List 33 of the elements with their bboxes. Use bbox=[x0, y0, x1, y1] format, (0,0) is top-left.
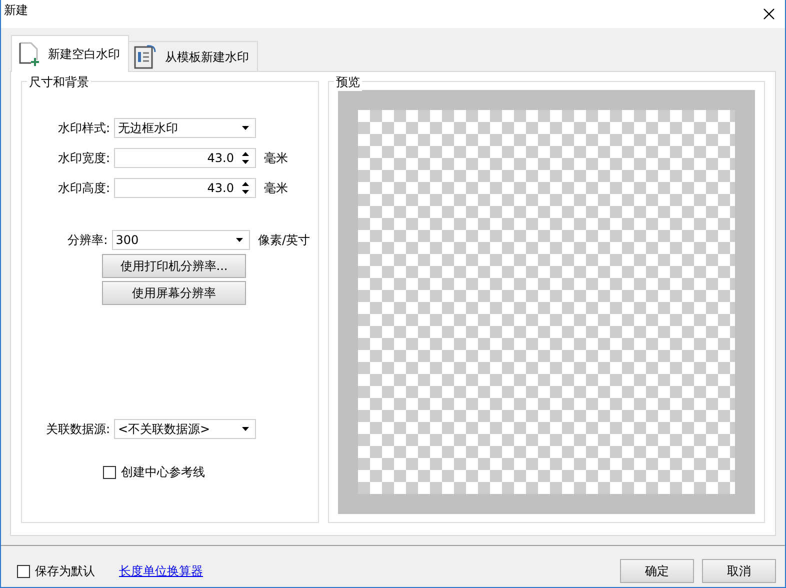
checkbox[interactable] bbox=[103, 466, 116, 479]
field-label: 水印宽度: bbox=[56, 150, 111, 166]
dialog-button[interactable]: 取消 bbox=[702, 559, 776, 583]
converter-link[interactable]: 长度单位换算器 bbox=[119, 562, 203, 580]
group-title: 尺寸和背景 bbox=[27, 74, 91, 91]
caret-icon bbox=[236, 238, 243, 242]
dropdown[interactable]: <不关联数据源> bbox=[114, 419, 256, 439]
caret-icon bbox=[242, 427, 249, 431]
dropdown[interactable]: 300 bbox=[112, 230, 250, 250]
field-label: 水印高度: bbox=[56, 180, 111, 196]
resolution-button[interactable]: 使用打印机分辨率... bbox=[102, 254, 246, 278]
field-label: 分辨率: bbox=[66, 232, 109, 248]
field-label: 关联数据源: bbox=[44, 420, 111, 438]
dialog-button[interactable]: 确定 bbox=[620, 559, 694, 583]
unit-label: 毫米 bbox=[264, 150, 288, 166]
resolution-button[interactable]: 使用屏幕分辨率 bbox=[102, 281, 246, 305]
spin-arrows-icon bbox=[242, 152, 249, 164]
dropdown[interactable]: 无边框水印 bbox=[114, 118, 256, 138]
caret-icon bbox=[242, 126, 249, 130]
checkbox-label: 保存为默认 bbox=[35, 562, 95, 580]
field-label: 水印样式: bbox=[56, 120, 111, 136]
spin-arrows-icon bbox=[242, 182, 249, 194]
number-field[interactable]: 43.0 bbox=[114, 178, 256, 198]
close-icon[interactable] bbox=[763, 8, 775, 20]
checkbox-label: 创建中心参考线 bbox=[121, 464, 205, 481]
unit-label: 像素/英寸 bbox=[258, 232, 310, 248]
group-title: 预览 bbox=[334, 74, 362, 91]
unit-label: 毫米 bbox=[264, 180, 288, 196]
tab[interactable]: 从模板新建水印 bbox=[128, 41, 258, 72]
number-field[interactable]: 43.0 bbox=[114, 148, 256, 168]
tab[interactable]: 新建空白水印 bbox=[11, 35, 129, 72]
checkbox[interactable] bbox=[17, 564, 30, 578]
window-title: 新建 bbox=[4, 2, 28, 18]
